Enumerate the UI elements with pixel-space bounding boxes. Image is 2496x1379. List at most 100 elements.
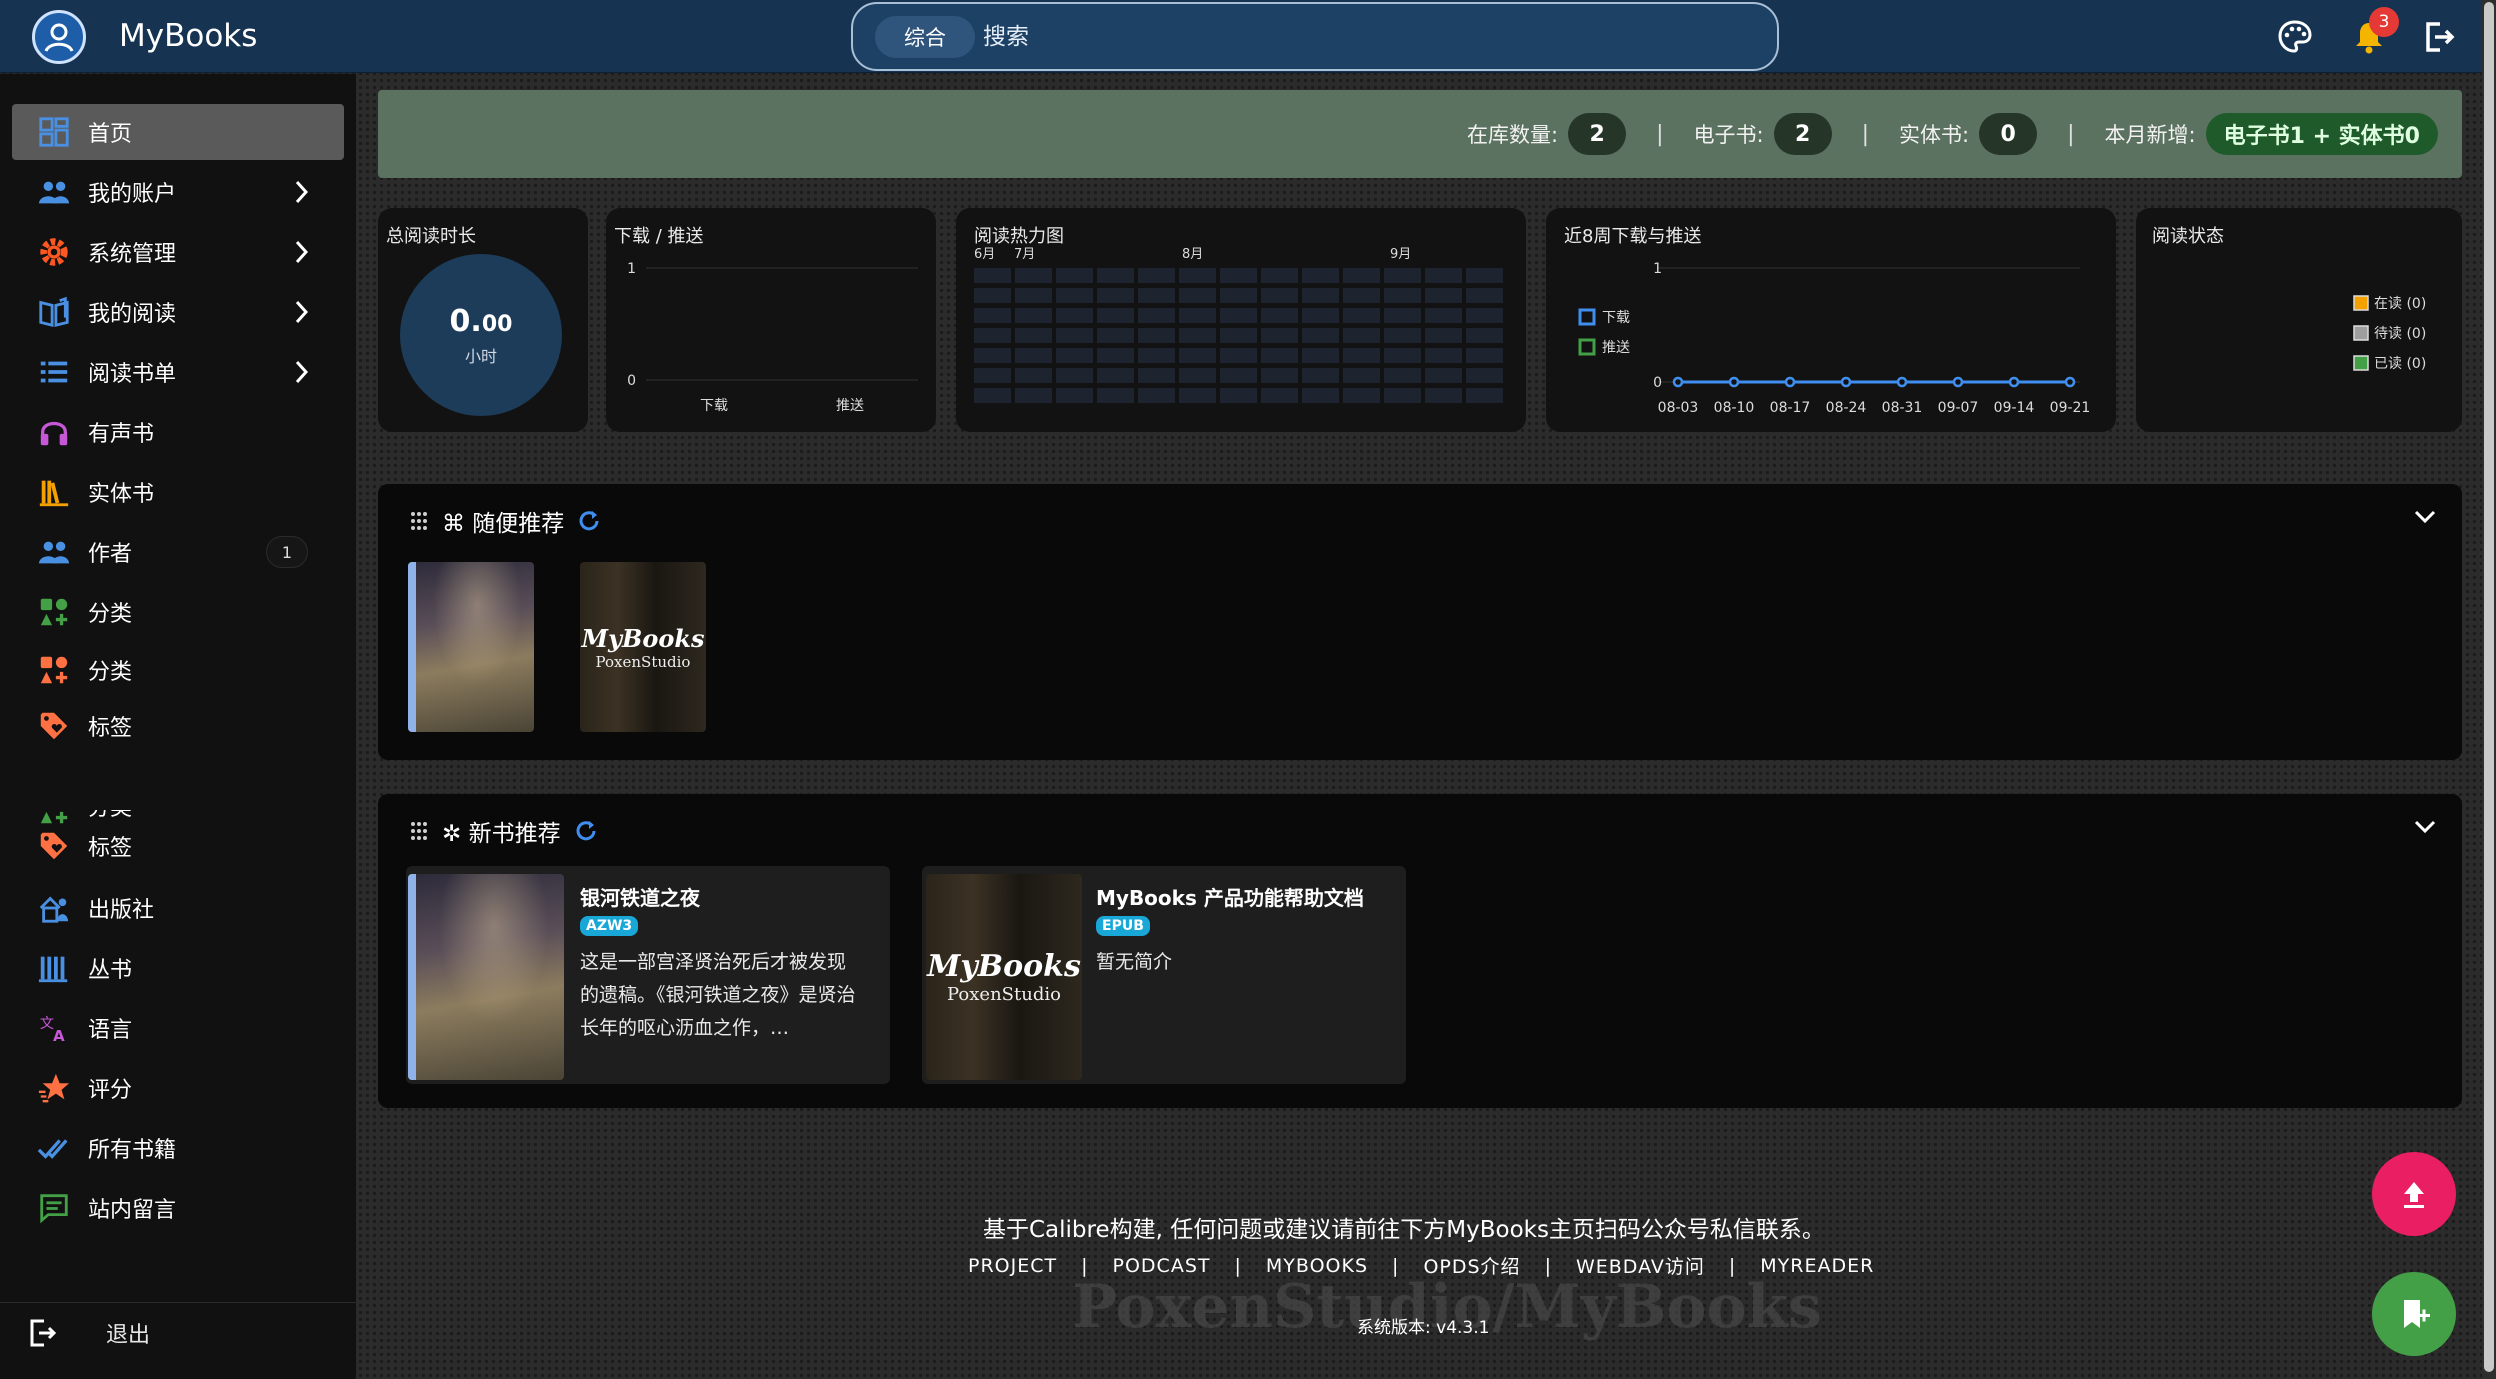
heatmap-cell[interactable] <box>1384 388 1421 403</box>
search-bar[interactable]: 综合 <box>851 2 1779 71</box>
heatmap-cell[interactable] <box>1015 388 1052 403</box>
heatmap-cell[interactable] <box>1384 328 1421 343</box>
heatmap-cell[interactable] <box>974 308 1011 323</box>
heatmap-cell[interactable] <box>1179 348 1216 363</box>
sidebar-item-13[interactable]: 出版社 <box>12 880 344 936</box>
heatmap-cell[interactable] <box>1220 308 1257 323</box>
sidebar-item-18[interactable]: 站内留言 <box>12 1180 344 1236</box>
heatmap-cell[interactable] <box>974 288 1011 303</box>
refresh-icon[interactable] <box>573 818 599 844</box>
heatmap-cell[interactable] <box>1056 368 1093 383</box>
footer-link[interactable]: PROJECT <box>968 1255 1057 1277</box>
heatmap-cell[interactable] <box>1015 348 1052 363</box>
heatmap-cell[interactable] <box>1343 268 1380 283</box>
add-physical-book-button[interactable] <box>2372 1272 2456 1356</box>
heatmap-cell[interactable] <box>1179 268 1216 283</box>
heatmap-cell[interactable] <box>1015 268 1052 283</box>
heatmap-cell[interactable] <box>1179 288 1216 303</box>
book-cover[interactable] <box>408 874 564 1080</box>
heatmap-cell[interactable] <box>1179 388 1216 403</box>
sidebar-item-15[interactable]: 文 A 语言 <box>12 1000 344 1056</box>
sidebar-item-8[interactable]: 分类 <box>12 584 344 640</box>
heatmap-cell[interactable] <box>1056 308 1093 323</box>
sidebar-item-16[interactable]: 评分 <box>12 1060 344 1116</box>
heatmap-cell[interactable] <box>1343 388 1380 403</box>
heatmap-cell[interactable] <box>1466 388 1503 403</box>
data-point[interactable] <box>2008 376 2020 388</box>
heatmap-cell[interactable] <box>1261 308 1298 323</box>
heatmap-cell[interactable] <box>1425 288 1462 303</box>
heatmap-cell[interactable] <box>1384 348 1421 363</box>
heatmap-cell[interactable] <box>1056 328 1093 343</box>
book-cover[interactable]: MyBooks PoxenStudio <box>580 562 706 732</box>
heatmap-cell[interactable] <box>1425 268 1462 283</box>
heatmap-cell[interactable] <box>1343 308 1380 323</box>
heatmap-cell[interactable] <box>1220 368 1257 383</box>
heatmap-cell[interactable] <box>1179 328 1216 343</box>
heatmap-cell[interactable] <box>1466 308 1503 323</box>
heatmap-cell[interactable] <box>1015 328 1052 343</box>
heatmap-cell[interactable] <box>1425 308 1462 323</box>
heatmap-cell[interactable] <box>1097 308 1134 323</box>
sidebar-item-5[interactable]: 有声书 <box>12 404 344 460</box>
refresh-icon[interactable] <box>576 508 602 534</box>
heatmap-cell[interactable] <box>1302 268 1339 283</box>
sidebar-item-6[interactable]: 实体书 <box>12 464 344 520</box>
sidebar-item-14[interactable]: 丛书 <box>12 940 344 996</box>
sidebar-item-12[interactable]: 标签 <box>12 818 344 874</box>
sidebar-item-10[interactable]: 标签 <box>12 698 344 754</box>
heatmap-cell[interactable] <box>1425 388 1462 403</box>
heatmap-cell[interactable] <box>1015 368 1052 383</box>
heatmap-cell[interactable] <box>1343 368 1380 383</box>
heatmap-cell[interactable] <box>1302 328 1339 343</box>
data-point[interactable] <box>1896 376 1908 388</box>
book-card[interactable]: 银河铁道之夜 AZW3 这是一部宫泽贤治死后才被发现的遗稿。《银河铁道之夜》是贤… <box>406 866 890 1084</box>
heatmap-cell[interactable] <box>1425 368 1462 383</box>
heatmap-cell[interactable] <box>1056 348 1093 363</box>
heatmap-cell[interactable] <box>1261 288 1298 303</box>
heatmap-cell[interactable] <box>1343 328 1380 343</box>
heatmap-cell[interactable] <box>1425 348 1462 363</box>
data-point[interactable] <box>1784 376 1796 388</box>
page-scrollbar[interactable] <box>2482 0 2496 1379</box>
heatmap-cell[interactable] <box>1015 288 1052 303</box>
app-title[interactable]: MyBooks <box>119 18 257 54</box>
heatmap-cell[interactable] <box>1466 368 1503 383</box>
book-cover[interactable]: MyBooks PoxenStudio <box>926 874 1082 1080</box>
sidebar-item-17[interactable]: 所有书籍 <box>12 1120 344 1176</box>
heatmap-cell[interactable] <box>1384 308 1421 323</box>
sidebar-item-7[interactable]: 作者 1 <box>12 524 344 580</box>
collapse-chevron-icon[interactable] <box>2414 510 2436 524</box>
heatmap-cell[interactable] <box>1302 368 1339 383</box>
sidebar-item-2[interactable]: 系统管理 <box>12 224 344 280</box>
heatmap-cell[interactable] <box>1343 288 1380 303</box>
heatmap-cell[interactable] <box>1384 288 1421 303</box>
heatmap-cell[interactable] <box>1138 388 1175 403</box>
heatmap-cell[interactable] <box>1097 288 1134 303</box>
heatmap-cell[interactable] <box>1097 368 1134 383</box>
heatmap-cell[interactable] <box>1302 388 1339 403</box>
heatmap-cell[interactable] <box>1097 348 1134 363</box>
heatmap-cell[interactable] <box>1138 308 1175 323</box>
heatmap-cell[interactable] <box>1138 348 1175 363</box>
heatmap-cell[interactable] <box>974 268 1011 283</box>
scrollbar-thumb[interactable] <box>2484 2 2494 1372</box>
heatmap-cell[interactable] <box>1343 348 1380 363</box>
heatmap-cell[interactable] <box>1179 308 1216 323</box>
heatmap-cell[interactable] <box>974 328 1011 343</box>
data-point[interactable] <box>1672 376 1684 388</box>
book-cover[interactable] <box>408 562 534 732</box>
heatmap-cell[interactable] <box>1425 328 1462 343</box>
sidebar-item-9[interactable]: 分类 <box>12 642 344 698</box>
heatmap-cell[interactable] <box>974 388 1011 403</box>
heatmap-cell[interactable] <box>1138 328 1175 343</box>
palette-icon[interactable] <box>2276 18 2314 56</box>
upload-button[interactable] <box>2372 1152 2456 1236</box>
heatmap-cell[interactable] <box>974 368 1011 383</box>
drag-handle-icon[interactable] <box>408 820 430 842</box>
logout-icon[interactable] <box>2420 18 2458 56</box>
heatmap-cell[interactable] <box>1261 328 1298 343</box>
heatmap-cell[interactable] <box>1220 388 1257 403</box>
sidebar-item-1[interactable]: 我的账户 <box>12 164 344 220</box>
heatmap-cell[interactable] <box>1302 348 1339 363</box>
